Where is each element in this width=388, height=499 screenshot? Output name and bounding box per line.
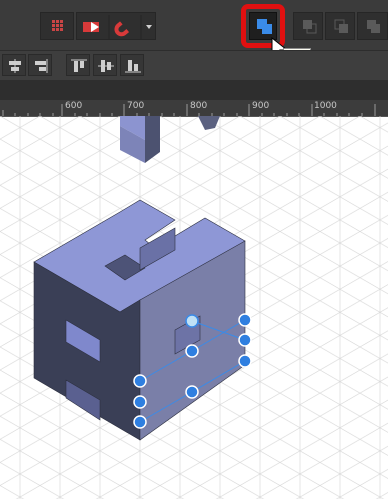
handle-top-right[interactable] — [238, 313, 252, 327]
grid-snap-button[interactable] — [40, 12, 74, 40]
snap-options-group — [76, 12, 156, 40]
align-top-icon — [71, 59, 87, 72]
align-bottom-button[interactable] — [120, 54, 144, 76]
rotate-handle[interactable] — [185, 314, 199, 328]
red-arrow-icon[interactable] — [83, 22, 99, 32]
ruler-label-900: 900 — [252, 101, 270, 111]
drawing-canvas[interactable] — [0, 116, 388, 499]
boolean-subtract-icon — [303, 20, 317, 34]
handle-bottom-right[interactable] — [238, 354, 252, 368]
handle-top-middle[interactable] — [185, 344, 199, 358]
ruler-label-700: 700 — [127, 101, 145, 111]
boolean-intersect-button[interactable] — [325, 12, 355, 40]
align-top-button[interactable] — [66, 54, 90, 76]
boolean-intersect-icon — [334, 19, 348, 33]
handle-bottom-left[interactable] — [133, 415, 147, 429]
align-center-h-button[interactable] — [2, 54, 26, 76]
align-middle-v-icon — [98, 60, 114, 72]
panel-gap — [0, 80, 388, 100]
align-bottom-icon — [125, 60, 141, 73]
ruler-label-1000: 1000 — [314, 101, 337, 111]
handle-middle-right[interactable] — [238, 333, 252, 347]
ruler-label-600: 600 — [65, 101, 83, 111]
handle-middle-left[interactable] — [133, 395, 147, 409]
horizontal-ruler: 600 700 800 900 1000 — [0, 100, 388, 117]
handle-bottom-middle[interactable] — [185, 385, 199, 399]
grid-snap-icon — [52, 20, 63, 31]
align-center-h-icon — [9, 59, 21, 73]
main-toolbar — [0, 0, 388, 61]
handle-top-left[interactable] — [133, 374, 147, 388]
align-toolbar — [0, 50, 388, 81]
magnet-icon[interactable] — [112, 21, 130, 39]
boolean-exclude-icon — [367, 20, 380, 33]
boolean-exclude-button[interactable] — [357, 12, 388, 40]
align-middle-v-button[interactable] — [93, 54, 117, 76]
align-right-button[interactable] — [28, 54, 52, 76]
ruler-label-800: 800 — [190, 101, 208, 111]
align-right-icon — [35, 59, 48, 73]
dropdown-arrow-icon[interactable] — [146, 25, 152, 29]
